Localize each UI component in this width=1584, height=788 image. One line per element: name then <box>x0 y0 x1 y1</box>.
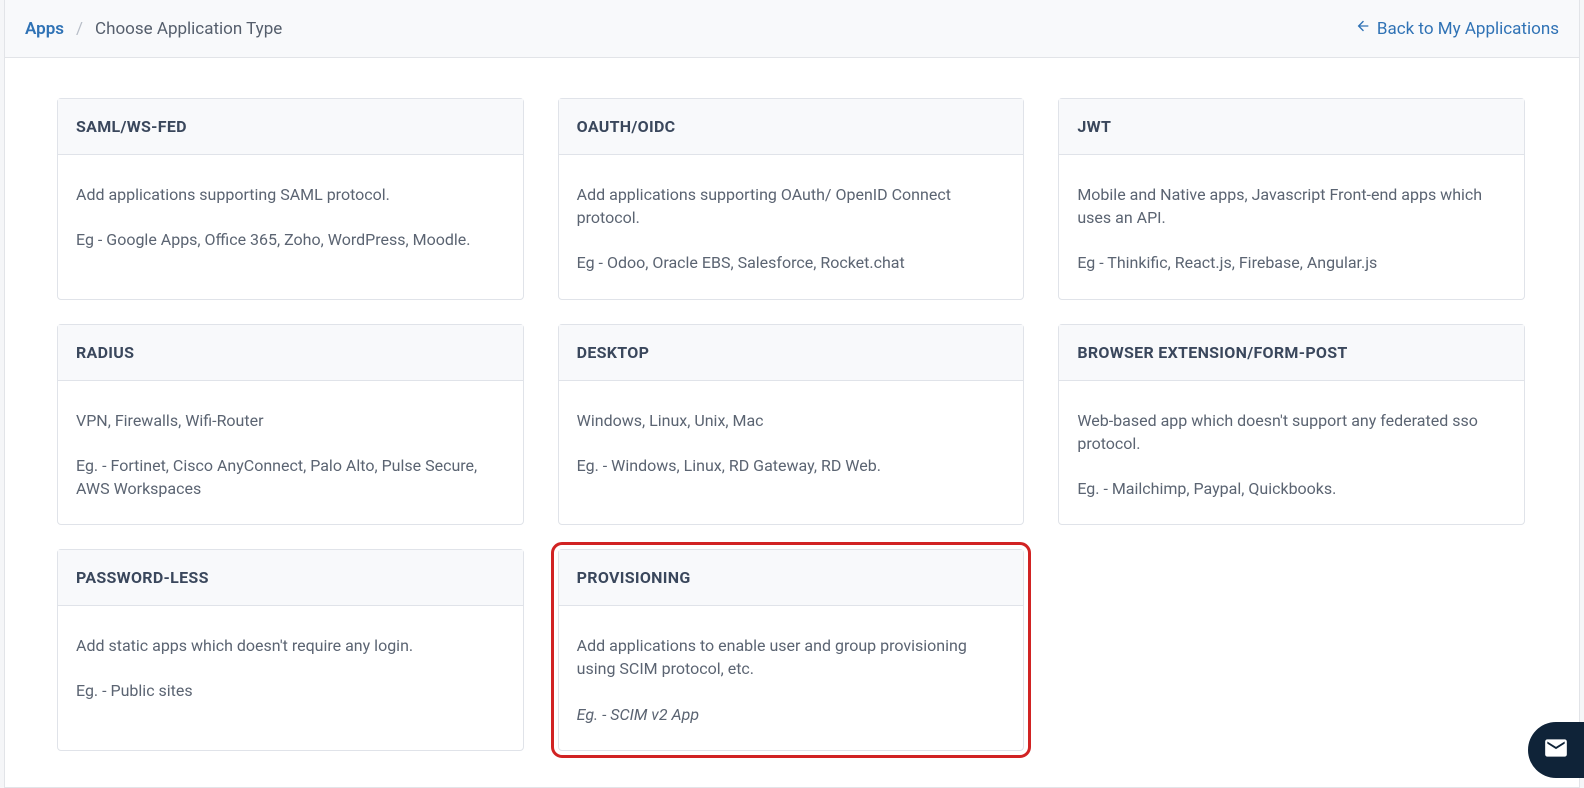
card-example: Eg. - Fortinet, Cisco AnyConnect, Palo A… <box>76 454 505 500</box>
back-link-label: Back to My Applications <box>1377 19 1559 39</box>
card-example: Eg - Odoo, Oracle EBS, Salesforce, Rocke… <box>577 251 1006 274</box>
card-title: BROWSER EXTENSION/FORM-POST <box>1059 325 1524 381</box>
topbar: Apps / Choose Application Type Back to M… <box>4 0 1580 58</box>
card-description: Mobile and Native apps, Javascript Front… <box>1077 183 1506 229</box>
app-type-card[interactable]: DESKTOP Windows, Linux, Unix, Mac Eg. - Wi… <box>558 324 1025 526</box>
card-body: Windows, Linux, Unix, Mac Eg. - Windows, … <box>559 381 1024 521</box>
card-example: Eg - Thinkific, React.js, Firebase, Angu… <box>1077 251 1506 274</box>
back-to-applications-link[interactable]: Back to My Applications <box>1355 18 1559 39</box>
breadcrumb-root-link[interactable]: Apps <box>25 19 64 39</box>
app-type-card[interactable]: PASSWORD-LESS Add static apps which doesn… <box>57 549 524 751</box>
app-type-card[interactable]: PROVISIONING Add applications to enable u… <box>558 549 1025 751</box>
card-example: Eg. - SCIM v2 App <box>577 703 1006 726</box>
card-description: VPN, Firewalls, Wifi-Router <box>76 409 505 432</box>
card-title: SAML/WS-FED <box>58 99 523 155</box>
card-title: JWT <box>1059 99 1524 155</box>
app-type-card[interactable]: RADIUS VPN, Firewalls, Wifi-Router Eg. - F… <box>57 324 524 526</box>
chat-fab-button[interactable] <box>1528 722 1584 778</box>
card-example: Eg. - Mailchimp, Paypal, Quickbooks. <box>1077 477 1506 500</box>
arrow-left-icon <box>1355 18 1371 39</box>
card-body: Add applications to enable user and grou… <box>559 606 1024 750</box>
mail-icon <box>1543 735 1569 765</box>
card-description: Web-based app which doesn't support any … <box>1077 409 1506 455</box>
app-type-grid: SAML/WS-FED Add applications supporting S… <box>57 98 1525 751</box>
card-example: Eg. - Public sites <box>76 679 505 702</box>
card-title: DESKTOP <box>559 325 1024 381</box>
card-example: Eg. - Windows, Linux, RD Gateway, RD Web… <box>577 454 1006 477</box>
card-description: Windows, Linux, Unix, Mac <box>577 409 1006 432</box>
card-body: Web-based app which doesn't support any … <box>1059 381 1524 525</box>
breadcrumb-current: Choose Application Type <box>95 19 282 39</box>
card-description: Add applications supporting SAML protoco… <box>76 183 505 206</box>
card-body: Mobile and Native apps, Javascript Front… <box>1059 155 1524 299</box>
card-title: PROVISIONING <box>559 550 1024 606</box>
card-description: Add static apps which doesn't require an… <box>76 634 505 657</box>
card-description: Add applications to enable user and grou… <box>577 634 1006 680</box>
card-body: Add applications supporting OAuth/ OpenI… <box>559 155 1024 299</box>
card-title: OAUTH/OIDC <box>559 99 1024 155</box>
card-title: RADIUS <box>58 325 523 381</box>
breadcrumb-separator: / <box>76 19 83 39</box>
card-body: VPN, Firewalls, Wifi-Router Eg. - Fortine… <box>58 381 523 525</box>
card-body: Add applications supporting SAML protoco… <box>58 155 523 295</box>
app-type-card[interactable]: OAUTH/OIDC Add applications supporting OA… <box>558 98 1025 300</box>
app-type-card[interactable]: BROWSER EXTENSION/FORM-POST Web-based app… <box>1058 324 1525 526</box>
card-title: PASSWORD-LESS <box>58 550 523 606</box>
card-body: Add static apps which doesn't require an… <box>58 606 523 746</box>
breadcrumb: Apps / Choose Application Type <box>25 19 282 39</box>
app-type-card[interactable]: SAML/WS-FED Add applications supporting S… <box>57 98 524 300</box>
app-type-card[interactable]: JWT Mobile and Native apps, Javascript Fr… <box>1058 98 1525 300</box>
main-content: SAML/WS-FED Add applications supporting S… <box>4 58 1580 788</box>
card-description: Add applications supporting OAuth/ OpenI… <box>577 183 1006 229</box>
card-example: Eg - Google Apps, Office 365, Zoho, Word… <box>76 228 505 251</box>
